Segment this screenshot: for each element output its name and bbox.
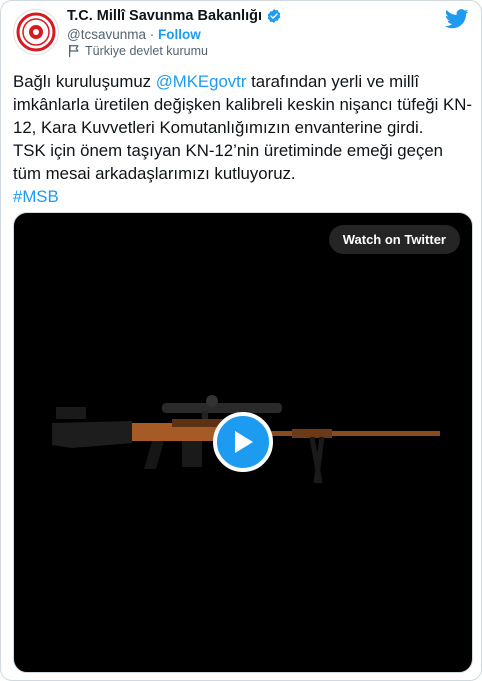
flag-icon xyxy=(69,44,79,58)
play-button[interactable] xyxy=(213,412,273,472)
avatar[interactable] xyxy=(13,9,59,55)
mention-link[interactable]: @MKEgovtr xyxy=(156,72,247,91)
gov-label: Türkiye devlet kurumu xyxy=(85,44,208,58)
account-handle[interactable]: @tcsavunma xyxy=(67,27,146,42)
video-player[interactable]: Watch on Twitter xyxy=(13,212,473,673)
tweet-card: T.C. Millî Savunma Bakanlığı @tcsavunma … xyxy=(0,0,482,681)
account-meta: T.C. Millî Savunma Bakanlığı @tcsavunma … xyxy=(67,7,282,58)
watch-on-twitter-button[interactable]: Watch on Twitter xyxy=(328,225,460,254)
tweet-header: T.C. Millî Savunma Bakanlığı @tcsavunma … xyxy=(13,7,469,59)
account-name[interactable]: T.C. Millî Savunma Bakanlığı xyxy=(67,8,262,24)
hashtag-link[interactable]: #MSB xyxy=(13,187,59,206)
twitter-logo-icon[interactable] xyxy=(444,9,469,34)
emblem-logo xyxy=(16,12,56,52)
verified-badge-icon xyxy=(267,9,281,23)
separator: · xyxy=(149,27,155,42)
play-icon xyxy=(235,431,253,453)
follow-button[interactable]: Follow xyxy=(158,27,201,42)
tweet-text: Bağlı kuruluşumuz @MKEgovtr tarafından y… xyxy=(13,72,472,206)
